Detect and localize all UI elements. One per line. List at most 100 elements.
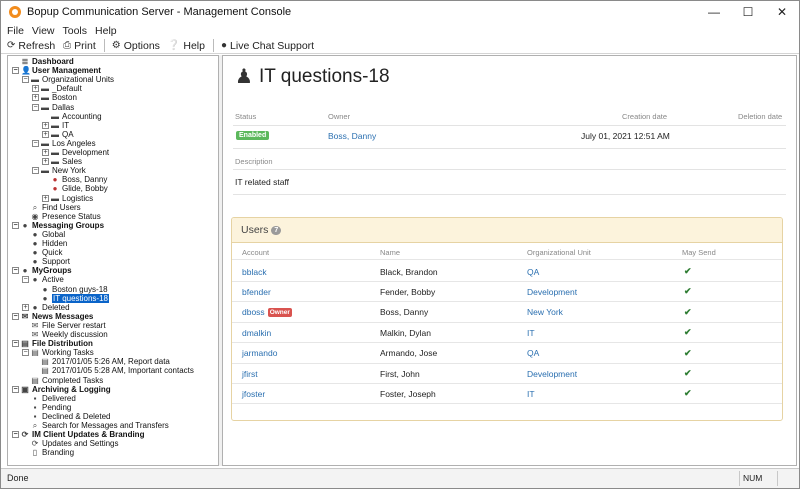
collapse-icon[interactable]: − [12,385,19,393]
tree-node[interactable]: + ▬ IT [42,121,69,130]
tree-node[interactable]: ● Boston guys-18 [32,285,108,294]
tree-node[interactable]: − ▣ Archiving & Logging [12,385,111,394]
tree-node[interactable]: ◉ Presence Status [22,212,101,221]
tree-node[interactable]: ▤ 2017/01/05 5:28 AM, Important contacts [32,366,194,375]
tree-node[interactable]: − ● Messaging Groups [12,221,104,230]
tree-node[interactable]: + ▬ QA [42,130,74,139]
collapse-icon[interactable]: − [32,139,39,147]
tree-node[interactable]: ● Boss, Danny [42,175,108,184]
tree-node[interactable]: − ● MyGroups [12,266,72,275]
minimize-button[interactable]: — [697,1,731,23]
options-button[interactable]: ⚙ Options [112,40,160,52]
menu-file[interactable]: File [7,25,24,37]
collapse-icon[interactable]: − [22,349,29,357]
tree-node[interactable]: ⌕ Find Users [22,203,81,212]
menu-help[interactable]: Help [95,25,117,37]
tree-node[interactable]: ✉ File Server restart [22,321,106,330]
column-header[interactable]: May Send [682,245,716,259]
tree-node[interactable]: + ● Deleted [22,303,70,312]
tree-node[interactable]: + ▬ Logistics [42,194,93,203]
tree-node[interactable]: ≣ Dashboard [12,57,74,66]
collapse-icon[interactable]: − [12,67,19,75]
org-unit-link[interactable]: IT [527,384,535,403]
org-unit-link[interactable]: New York [527,303,563,322]
tree-node[interactable]: ● Hidden [22,239,68,248]
close-button[interactable]: ✕ [765,1,799,23]
account-link[interactable]: bblack [242,267,267,277]
account-link[interactable]: jarmando [242,348,277,358]
org-unit-link[interactable]: Development [527,364,577,383]
expand-icon[interactable]: + [42,149,49,156]
expand-icon[interactable]: + [32,94,39,102]
tree-node[interactable]: − ⟳ IM Client Updates & Branding [12,430,144,439]
tree-node[interactable]: ▤ Completed Tasks [22,376,103,385]
tree-node[interactable]: + ▬ Development [42,148,109,157]
print-button[interactable]: ⎙ Print [63,40,96,52]
tree-node[interactable]: ⌕ Search for Messages and Transfers [22,421,169,430]
column-header[interactable]: Name [380,245,400,259]
collapse-icon[interactable]: − [22,76,29,84]
tree-node[interactable]: + ▬ _Default [32,84,82,93]
tree-node[interactable]: ● Global [22,230,66,239]
org-unit-link[interactable]: QA [527,344,539,363]
tree-node[interactable]: ● IT questions-18 [32,293,109,303]
table-row[interactable]: bblack Black, Brandon QA ✔ [232,262,782,282]
tree-node[interactable]: ● Support [22,257,70,266]
collapse-icon[interactable]: − [32,167,39,175]
tree-node[interactable]: − 👤 User Management [12,66,101,75]
org-unit-link[interactable]: QA [527,262,539,281]
account-link[interactable]: dmalkin [242,328,271,338]
table-row[interactable]: jarmando Armando, Jose QA ✔ [232,344,782,364]
tree-node[interactable]: − ▤ File Distribution [12,339,93,348]
refresh-button[interactable]: ⟳ Refresh [7,40,55,52]
tree-node[interactable]: − ▬ Organizational Units [22,75,114,84]
column-header[interactable]: Organizational Unit [527,245,591,259]
tree-node[interactable]: − ▬ Dallas [32,103,74,112]
org-unit-link[interactable]: Development [527,282,577,301]
navigation-tree[interactable]: ≣ Dashboard − 👤 User Management − ▬ Organizatio… [7,55,219,466]
tree-node[interactable]: ▬ Accounting [42,112,102,121]
tree-node[interactable]: − ✉ News Messages [12,312,93,321]
tree-node[interactable]: ● Glide, Bobby [42,184,108,193]
account-link[interactable]: bfender [242,287,271,297]
expand-icon[interactable]: + [32,85,39,93]
table-row[interactable]: jfoster Foster, Joseph IT ✔ [232,384,782,405]
expand-icon[interactable]: + [42,158,49,166]
collapse-icon[interactable]: − [12,221,19,229]
tree-node[interactable]: ● Quick [22,248,63,257]
table-row[interactable]: dboss Owner Boss, Danny New York ✔ [232,303,782,323]
tree-node[interactable]: ⟳ Updates and Settings [22,439,119,448]
menu-view[interactable]: View [32,25,55,37]
expand-icon[interactable]: + [42,130,49,138]
account-link[interactable]: jfoster [242,389,265,399]
tree-node[interactable]: − ▤ Working Tasks [22,348,94,357]
help-button[interactable]: ❔ Help [168,40,205,52]
collapse-icon[interactable]: − [12,312,19,320]
owner-link[interactable]: Boss, Danny [328,131,376,141]
tree-node[interactable]: ▪ Delivered [22,394,76,403]
account-link[interactable]: jfirst [242,369,258,379]
tree-node[interactable]: − ▬ Los Angeles [32,139,96,148]
tree-node[interactable]: ▯ Branding [22,448,74,457]
expand-icon[interactable]: + [42,121,49,129]
live-chat-button[interactable]: ● Live Chat Support [221,40,314,52]
tree-node[interactable]: ▪ Declined & Deleted [22,412,111,421]
table-row[interactable]: jfirst First, John Development ✔ [232,364,782,384]
collapse-icon[interactable]: − [12,431,19,439]
tree-node[interactable]: ✉ Weekly discussion [22,330,108,339]
collapse-icon[interactable]: − [12,267,19,275]
maximize-button[interactable]: ☐ [731,1,765,23]
account-link[interactable]: dboss [242,307,265,317]
table-row[interactable]: bfender Fender, Bobby Development ✔ [232,282,782,303]
org-unit-link[interactable]: IT [527,323,535,342]
collapse-icon[interactable]: − [22,276,29,284]
expand-icon[interactable]: + [22,303,29,311]
table-row[interactable]: dmalkin Malkin, Dylan IT ✔ [232,323,782,344]
collapse-icon[interactable]: − [32,103,39,111]
expand-icon[interactable]: + [42,194,49,202]
tree-node[interactable]: ▪ Pending [22,403,72,412]
tree-node[interactable]: + ▬ Boston [32,93,77,102]
collapse-icon[interactable]: − [12,340,19,348]
column-header[interactable]: Account [242,245,269,259]
tree-node[interactable]: − ▬ New York [32,166,86,175]
